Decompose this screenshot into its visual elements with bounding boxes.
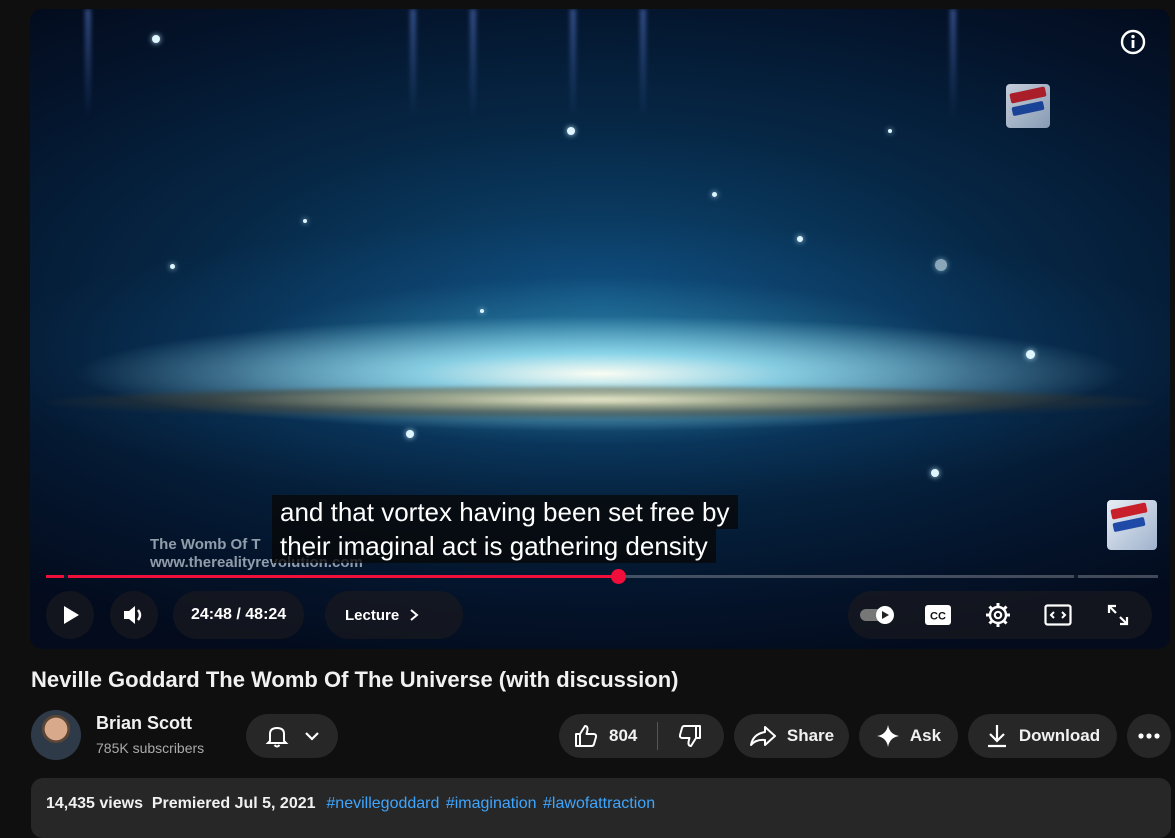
chapter-label: Lecture [345, 606, 400, 624]
star [567, 127, 575, 135]
view-count: 14,435 views [46, 795, 143, 812]
like-count: 804 [609, 726, 638, 745]
light-streak [470, 9, 476, 119]
volume-button[interactable] [110, 591, 158, 639]
avatar[interactable] [31, 710, 81, 760]
chapter-button[interactable]: Lecture [325, 591, 463, 639]
star [480, 309, 484, 313]
more-actions-button[interactable] [1127, 714, 1171, 758]
light-streak [410, 9, 416, 119]
light-streak [570, 9, 576, 119]
notification-button[interactable] [246, 714, 338, 758]
miniplayer-icon [1044, 604, 1072, 626]
bell-icon [265, 726, 289, 748]
description-box[interactable]: 14,435 views Premiered Jul 5, 2021 #nevi… [31, 778, 1171, 838]
autoplay-toggle[interactable] [848, 591, 908, 639]
cc-label: CC [930, 611, 946, 623]
star [931, 469, 939, 477]
fullscreen-button[interactable] [1088, 591, 1148, 639]
more-dots-icon [1138, 733, 1160, 739]
settings-gear-icon [986, 603, 1010, 627]
current-time: 24:48 [191, 606, 232, 623]
like-dislike-group: 804 [559, 714, 724, 758]
right-controls: CC [848, 591, 1152, 639]
star [712, 192, 717, 197]
volume-icon [124, 606, 142, 624]
duration: 48:24 [245, 606, 287, 623]
play-button[interactable] [46, 591, 94, 639]
star [303, 219, 307, 223]
star [888, 129, 892, 133]
miniplayer-button[interactable] [1028, 591, 1088, 639]
time-display: 24:48 / 48:24 [173, 591, 305, 639]
time-separator: / [231, 606, 246, 623]
star [170, 264, 175, 269]
hashtag-link[interactable]: #imagination [446, 795, 537, 812]
download-button[interactable]: Download [968, 714, 1117, 758]
time-text: 24:48 / 48:24 [173, 606, 304, 624]
chevron-right-icon [410, 609, 419, 621]
caption-line: their imaginal act is gathering density [272, 529, 716, 563]
scrubber-handle[interactable] [610, 569, 626, 584]
subtitles-button[interactable]: CC [908, 591, 968, 639]
autoplay-toggle-icon [860, 606, 894, 624]
hashtag-link[interactable]: #lawofattraction [543, 795, 655, 812]
light-streak [950, 9, 956, 119]
cc-icon: CC [925, 605, 951, 625]
galaxy-dust-lane [45, 387, 1155, 419]
star [406, 430, 414, 438]
settings-button[interactable] [968, 591, 1028, 639]
branding-watermark[interactable] [1107, 500, 1157, 550]
share-button[interactable]: Share [734, 714, 849, 758]
thumbs-down-icon [678, 725, 701, 747]
download-icon [987, 725, 1006, 748]
star [935, 259, 947, 271]
captions: and that vortex having been set free by … [272, 495, 738, 563]
star [797, 236, 803, 242]
sparkle-icon [876, 725, 899, 747]
ask-button[interactable]: Ask [859, 714, 958, 758]
star [1026, 350, 1035, 359]
progress-played [46, 575, 618, 578]
channel-logo-watermark [1006, 84, 1050, 128]
video-title: Neville Goddard The Womb Of The Universe… [31, 667, 679, 692]
chevron-down-icon [305, 732, 319, 741]
info-icon[interactable] [1120, 29, 1146, 55]
fullscreen-icon [1107, 604, 1129, 626]
download-label: Download [1018, 726, 1101, 745]
description-meta: 14,435 views Premiered Jul 5, 2021 #nevi… [46, 795, 655, 813]
chapter-divider [1074, 575, 1078, 578]
light-streak [640, 9, 646, 119]
caption-line: and that vortex having been set free by [272, 495, 738, 529]
thumbs-up-icon [575, 725, 598, 747]
chapter-divider [64, 575, 68, 578]
ask-label: Ask [909, 726, 942, 745]
premiere-date: Premiered Jul 5, 2021 [151, 795, 316, 812]
video-player[interactable]: The Womb Of T www.therealityrevolution.c… [30, 9, 1170, 649]
share-label: Share [786, 726, 835, 745]
star [152, 35, 160, 43]
channel-name[interactable]: Brian Scott [96, 713, 192, 734]
hashtag-link[interactable]: #nevillegoddard [326, 795, 439, 812]
dislike-button[interactable] [658, 714, 722, 758]
subscriber-count: 785K subscribers [96, 740, 205, 756]
share-arrow-icon [749, 726, 776, 746]
light-streak [85, 9, 91, 119]
play-icon [64, 606, 79, 624]
like-button[interactable]: 804 [559, 714, 657, 758]
progress-bar[interactable] [46, 569, 1158, 584]
